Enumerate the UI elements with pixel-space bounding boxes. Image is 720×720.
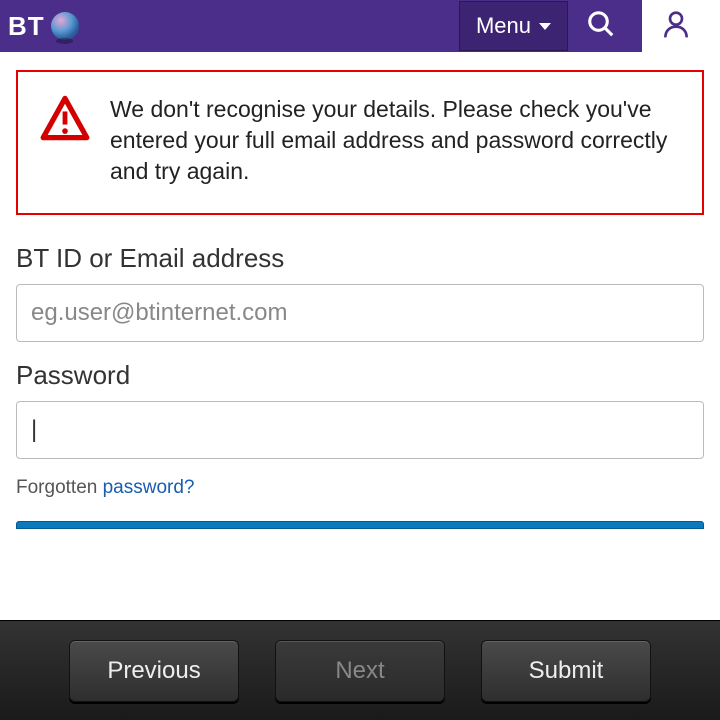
forgotten-prefix: Forgotten	[16, 477, 103, 498]
error-message: We don't recognise your details. Please …	[110, 94, 682, 187]
submit-bar-top[interactable]	[16, 521, 704, 529]
next-button: Next	[275, 640, 445, 702]
id-label: BT ID or Email address	[16, 243, 704, 274]
password-label: Password	[16, 360, 704, 391]
btid-input[interactable]	[16, 284, 704, 342]
logo-globe-icon	[51, 12, 79, 40]
bt-logo: BT	[8, 11, 79, 42]
error-banner: We don't recognise your details. Please …	[16, 70, 704, 215]
app-header: BT Menu	[0, 0, 642, 52]
submit-button[interactable]: Submit	[481, 640, 651, 702]
person-icon[interactable]	[660, 8, 692, 45]
logo-text: BT	[8, 11, 45, 42]
keyboard-toolbar: Previous Next Submit	[0, 620, 720, 720]
password-input[interactable]	[16, 401, 704, 459]
forgotten-password-link[interactable]: password?	[103, 477, 195, 498]
search-icon[interactable]	[586, 9, 616, 44]
menu-label: Menu	[476, 13, 531, 39]
forgotten-text: Forgotten password?	[16, 477, 704, 499]
previous-button[interactable]: Previous	[69, 640, 239, 702]
chevron-down-icon	[539, 23, 551, 30]
main-content: We don't recognise your details. Please …	[0, 52, 720, 547]
menu-button[interactable]: Menu	[459, 1, 568, 51]
warning-icon	[38, 94, 92, 147]
